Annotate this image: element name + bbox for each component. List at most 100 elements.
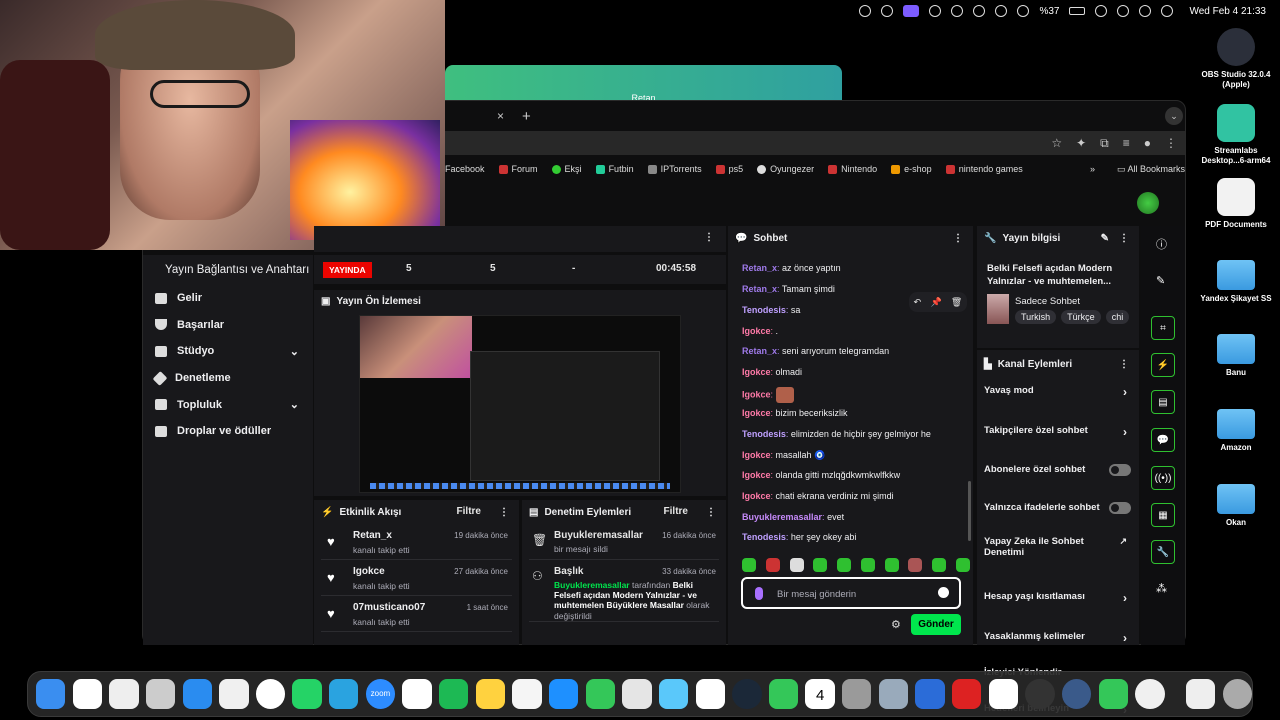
emote-button[interactable] (813, 558, 828, 572)
chat-username[interactable]: Igokce (742, 470, 771, 480)
emote-button[interactable] (955, 558, 970, 572)
profile-avatar[interactable]: ● (1144, 136, 1151, 151)
vpn-icon[interactable] (915, 679, 945, 709)
stats-menu-icon[interactable]: ⋮ (704, 232, 714, 243)
toggle-switch[interactable] (1109, 502, 1131, 514)
puzzle-icon[interactable]: ⧉ (1100, 136, 1109, 151)
emoji-icon[interactable] (938, 587, 949, 598)
chat-username[interactable]: Igokce (742, 408, 771, 418)
chat-message[interactable]: Retan_x: seni arıyorum telegramdan (742, 346, 889, 356)
obs-icon[interactable] (1025, 679, 1055, 709)
chanactions-menu-icon[interactable]: ⋮ (1119, 359, 1129, 370)
pocket-icon[interactable] (622, 679, 652, 709)
activity-row[interactable]: ♥ Retan_x kanalı takip etti 19 dakika önce (321, 524, 512, 560)
streaminfo-menu-icon[interactable]: ⋮ (1119, 233, 1129, 244)
league-icon[interactable] (1061, 679, 1092, 709)
search-icon[interactable] (1117, 5, 1130, 17)
emote-button[interactable] (765, 558, 780, 572)
channel-action-5[interactable]: Yapay Zeka ile Sohbet Denetimi ↗ (977, 536, 1127, 558)
finder-icon[interactable] (36, 679, 66, 709)
mic-icon[interactable] (755, 587, 763, 600)
notes-icon[interactable] (475, 679, 506, 709)
chat-username[interactable]: Igokce (742, 450, 771, 460)
clip-button[interactable]: ⌗ (1151, 316, 1175, 340)
facetime-icon[interactable] (768, 679, 799, 709)
obs-icon[interactable] (881, 5, 894, 17)
chat-message[interactable]: Retan_x: az önce yaptın (742, 263, 841, 273)
siri-icon[interactable] (1139, 5, 1152, 17)
edit-icon[interactable]: ✎ (1101, 233, 1109, 244)
activity-row[interactable]: ♥ Igokce kanalı takip etti 27 dakika önce (321, 560, 512, 596)
chat-username[interactable]: Tenodesis (742, 532, 786, 542)
background-window[interactable]: Retan (445, 65, 842, 103)
chat-message[interactable]: Igokce: (742, 387, 794, 403)
photos-icon[interactable] (512, 679, 542, 709)
nav-achievements[interactable]: Başarılar (143, 312, 313, 339)
emote-button[interactable] (742, 558, 756, 572)
desktop-item[interactable]: Amazon (1191, 403, 1280, 453)
chat-message[interactable]: Retan_x: Tamam şimdi (742, 284, 835, 294)
desktop-item[interactable]: Yandex Şikayet SS (1191, 254, 1280, 304)
messages-icon[interactable] (585, 679, 615, 709)
new-tab-button[interactable]: + (522, 108, 531, 125)
bookmark[interactable]: Forum (498, 164, 538, 174)
tag[interactable]: chi (1105, 310, 1130, 324)
nav-revenue[interactable]: Gelir (143, 285, 313, 312)
screen-record-icon[interactable] (903, 5, 920, 17)
whatsapp-icon[interactable] (292, 679, 322, 709)
tag[interactable]: Türkçe (1061, 310, 1101, 324)
stream-category[interactable]: Sadece Sohbet (1015, 296, 1080, 307)
emote-button[interactable] (932, 558, 947, 572)
bookmarks-overflow[interactable]: » (1090, 164, 1103, 174)
chat-username[interactable]: Retan_x (742, 346, 777, 356)
channel-action-1[interactable]: Yavaş mod › (977, 385, 1139, 399)
channel-action-4[interactable]: Yalnızca ifadelerle sohbet (977, 502, 1139, 514)
bookmark[interactable]: IPTorrents (647, 164, 702, 174)
settings-icon[interactable] (842, 679, 872, 709)
activity-row[interactable]: ♥ 07musticano07 kanalı takip etti 1 saat ön… (321, 596, 512, 632)
chat-username[interactable]: Retan_x (742, 284, 777, 294)
user-avatar[interactable] (1137, 192, 1159, 214)
chrome-icon[interactable] (219, 679, 249, 709)
network-icon[interactable] (929, 5, 942, 17)
send-button[interactable]: Gönder (911, 614, 961, 635)
bookmark-star-icon[interactable]: ☆ (1051, 136, 1062, 151)
desktop-item[interactable]: Banu (1191, 328, 1280, 378)
channel-action-6[interactable]: Hesap yaşı kısıtlaması › (977, 591, 1139, 605)
delete-icon[interactable]: 🗑 (951, 297, 962, 308)
yandex-icon[interactable] (72, 679, 102, 709)
chat-username[interactable]: Tenodesis (742, 429, 786, 439)
chat-message[interactable]: Buyukleremasallar: evet (742, 512, 844, 522)
emote-button[interactable] (860, 558, 875, 572)
broadcast-button[interactable]: ((•)) (1151, 466, 1175, 490)
capcut-icon[interactable] (988, 679, 1018, 709)
extension-icon[interactable]: ✦ (1076, 136, 1086, 151)
chatgpt-icon[interactable] (255, 679, 286, 709)
pencil-icon[interactable]: ✎ (1156, 274, 1165, 287)
chat-username[interactable]: Retan_x (742, 263, 777, 273)
telegram-icon[interactable] (859, 5, 872, 17)
desktop-item[interactable]: OBS Studio 32.0.4 (Apple) (1191, 28, 1280, 89)
desktop-item[interactable]: Streamlabs Desktop...6-arm64 (1191, 104, 1280, 165)
bookmark[interactable]: Nintendo (828, 164, 877, 174)
channel-action-7[interactable]: Yasaklanmış kelimeler › (977, 631, 1139, 645)
battery-percent[interactable]: %37 (1039, 6, 1059, 17)
media-icon[interactable]: ≡ (1123, 136, 1130, 151)
phone-icon[interactable] (1098, 679, 1128, 709)
zoom-icon[interactable]: zoom (365, 679, 396, 709)
headphones-icon[interactable] (973, 5, 986, 17)
bookmark[interactable]: e-shop (891, 164, 932, 174)
telegram-icon[interactable] (329, 679, 359, 709)
docs-icon[interactable] (1185, 679, 1216, 709)
chat-username[interactable]: Igokce (742, 367, 771, 377)
preview-icon[interactable] (878, 679, 909, 709)
chat-username[interactable]: Igokce (742, 326, 771, 336)
wifi-icon[interactable] (1095, 5, 1108, 17)
chat-button[interactable]: 💬 (1151, 428, 1175, 452)
tag[interactable]: Turkish (1015, 310, 1057, 324)
chat-menu-icon[interactable]: ⋮ (953, 233, 963, 244)
chat-message[interactable]: Igokce: olmadi (742, 367, 802, 377)
chat-input[interactable] (777, 586, 927, 602)
all-bookmarks[interactable]: ▭ All Bookmarks (1117, 164, 1185, 175)
nav-moderation[interactable]: Denetleme (143, 365, 313, 392)
